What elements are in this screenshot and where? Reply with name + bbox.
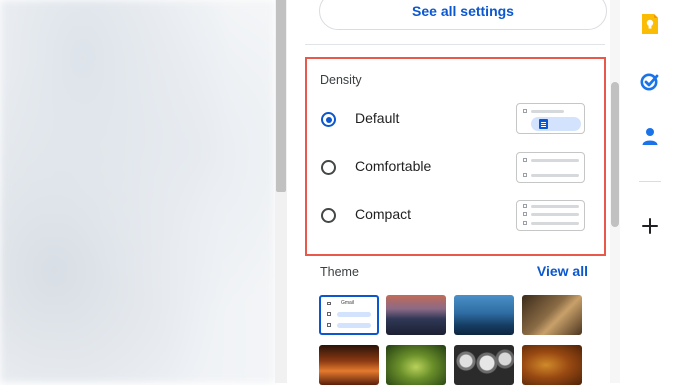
density-compact-preview-icon[interactable] xyxy=(516,200,585,231)
blurred-inbox-background xyxy=(0,0,275,383)
radio-compact[interactable] xyxy=(321,208,336,223)
density-title: Density xyxy=(320,73,362,87)
inbox-scrollbar-thumb[interactable] xyxy=(276,0,286,192)
density-default-preview-icon[interactable] xyxy=(516,103,585,134)
rail-divider xyxy=(639,181,661,182)
density-label-compact: Compact xyxy=(355,206,412,222)
theme-blue-sea-thumbnail[interactable] xyxy=(454,295,514,335)
theme-canyon-thumbnail[interactable] xyxy=(319,345,379,385)
density-option-comfortable[interactable]: Comfortable xyxy=(321,150,591,190)
radio-comfortable[interactable] xyxy=(321,160,336,175)
density-option-compact[interactable]: Compact xyxy=(321,198,591,238)
side-panel-rail xyxy=(622,0,680,383)
see-all-settings-button[interactable]: See all settings xyxy=(319,0,607,30)
density-comfortable-preview-icon[interactable] xyxy=(516,152,585,183)
theme-default-thumbnail[interactable]: Gmail xyxy=(319,295,379,335)
mini-gmail-logo: Gmail xyxy=(341,300,355,306)
quick-settings-panel: See all settings Density Default Comfort… xyxy=(287,0,622,385)
divider xyxy=(305,44,605,45)
add-icon[interactable] xyxy=(639,215,661,237)
theme-pipes-thumbnail[interactable] xyxy=(454,345,514,385)
density-label-default: Default xyxy=(355,110,400,126)
settings-scrollbar-thumb[interactable] xyxy=(611,82,619,227)
radio-default[interactable] xyxy=(321,112,336,127)
contacts-icon[interactable] xyxy=(639,125,661,147)
density-highlight-box: Density Default Comfortable Compact xyxy=(305,57,606,256)
tasks-icon[interactable] xyxy=(639,70,661,92)
keep-icon[interactable] xyxy=(639,13,661,35)
theme-leaf-thumbnail[interactable] xyxy=(386,345,446,385)
view-all-themes-link[interactable]: View all xyxy=(537,263,588,279)
density-label-comfortable: Comfortable xyxy=(355,158,432,174)
theme-autumn-leaves-thumbnail[interactable] xyxy=(522,345,582,385)
theme-title: Theme xyxy=(320,265,359,279)
density-option-default[interactable]: Default xyxy=(321,102,591,142)
theme-beach-sunset-thumbnail[interactable] xyxy=(386,295,446,335)
theme-chess-thumbnail[interactable] xyxy=(522,295,582,335)
